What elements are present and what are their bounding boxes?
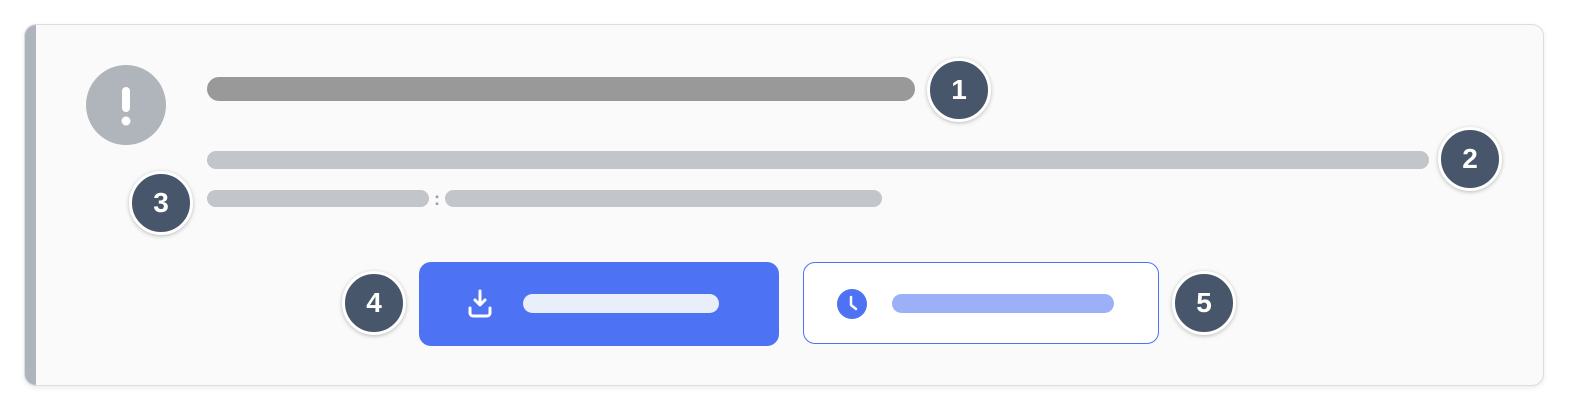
schedule-button-label <box>892 294 1114 313</box>
annotation-marker-3: 3 <box>129 171 193 235</box>
download-button-label <box>523 294 719 313</box>
download-icon <box>465 287 499 324</box>
alert-card: : <box>24 24 1544 386</box>
alert-accent-stripe <box>25 25 36 385</box>
annotation-marker-1: 1 <box>927 58 991 122</box>
alert-description <box>207 151 1429 169</box>
annotation-marker-2: 2 <box>1438 127 1502 191</box>
annotation-marker-4: 4 <box>342 271 406 335</box>
alert-title <box>207 77 915 101</box>
download-button[interactable] <box>419 262 779 346</box>
exclamation-icon <box>86 65 166 145</box>
schedule-button[interactable] <box>803 262 1159 344</box>
clock-icon <box>836 288 868 323</box>
annotation-marker-5: 5 <box>1172 271 1236 335</box>
alert-meta-label <box>207 190 429 207</box>
alert-meta-value <box>445 190 882 207</box>
meta-separator: : <box>434 189 440 209</box>
